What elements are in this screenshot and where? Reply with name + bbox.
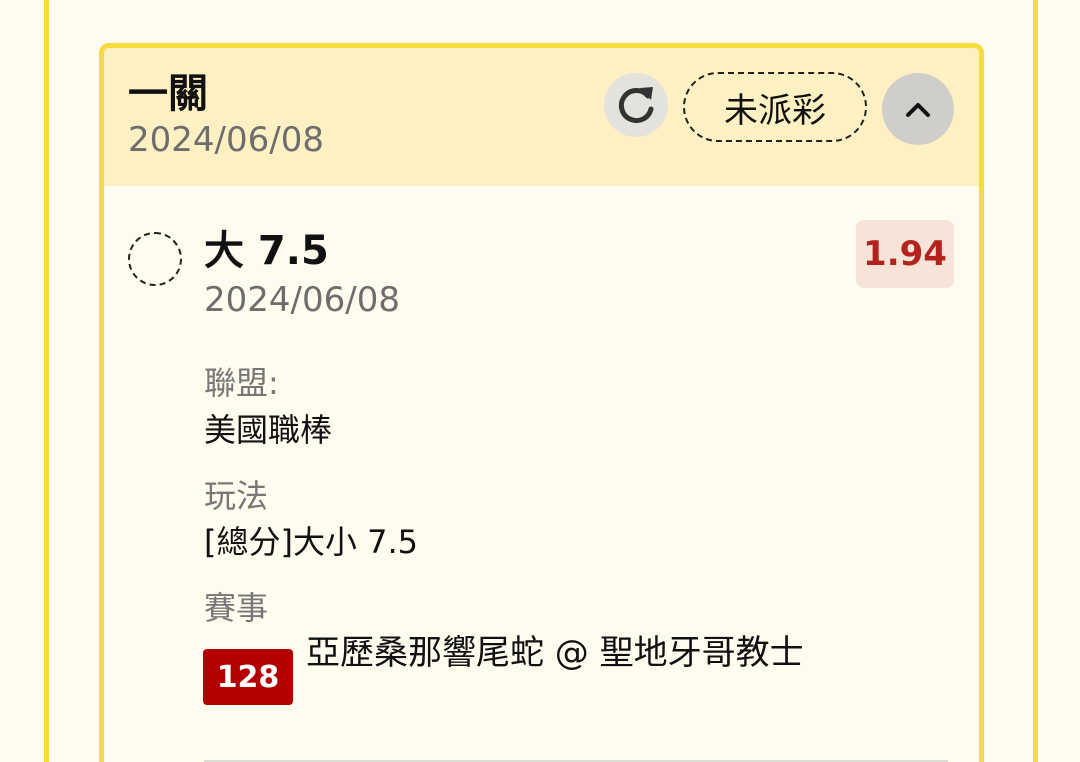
refresh-icon — [618, 87, 654, 123]
card-header[interactable]: 一關 2024/06/08 未派彩 — [104, 48, 979, 186]
bet-selection: 大 7.5 — [204, 228, 329, 274]
chevron-up-icon — [906, 103, 930, 117]
match-name: 亞歷桑那響尾蛇 @ 聖地牙哥教士 — [306, 633, 804, 673]
event-label: 賽事 — [204, 589, 269, 627]
odds-badge: 1.94 — [856, 220, 954, 288]
refresh-button[interactable] — [604, 73, 668, 137]
status-badge: 未派彩 — [683, 72, 867, 142]
collapse-button[interactable] — [882, 73, 954, 145]
bet-select-radio[interactable] — [128, 232, 182, 286]
card-title: 一關 — [128, 71, 208, 117]
page: 一關 2024/06/08 未派彩 大 7.5 2024/06/08 1.94 … — [0, 0, 1080, 762]
bet-date: 2024/06/08 — [204, 280, 400, 320]
market-value: [總分]大小 7.5 — [204, 523, 419, 561]
league-value: 美國職棒 — [204, 411, 333, 449]
match-id-badge: 128 — [203, 649, 293, 705]
bet-slip-card: 一關 2024/06/08 未派彩 大 7.5 2024/06/08 1.94 … — [99, 43, 984, 762]
market-label: 玩法 — [204, 477, 269, 515]
card-date: 2024/06/08 — [128, 120, 324, 160]
league-label: 聯盟: — [204, 364, 279, 402]
